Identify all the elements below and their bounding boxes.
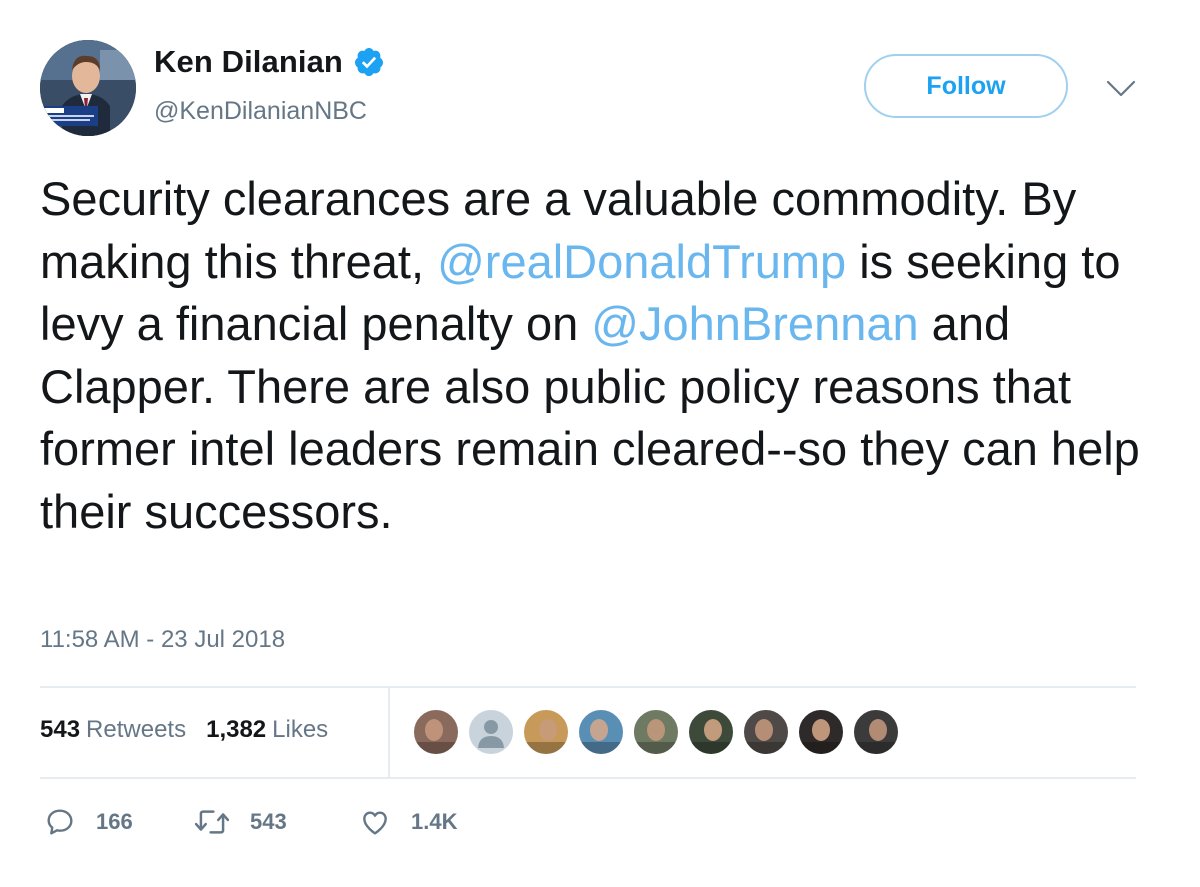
liker-avatar[interactable] [687,708,735,756]
person-icon [689,719,733,754]
chevron-down-icon[interactable] [1104,76,1138,102]
tweet-actions: 166 543 1.4K [44,806,457,838]
person-icon [634,719,678,754]
person-icon [524,719,568,754]
liker-avatar[interactable] [577,708,625,756]
liker-avatar[interactable] [797,708,845,756]
profile-photo-icon [40,40,136,136]
person-icon [799,719,843,754]
mention-link[interactable]: @JohnBrennan [591,297,918,350]
tweet-card: Ken Dilanian @KenDilanianNBC Follow Secu… [0,0,1200,887]
author-handle[interactable]: @KenDilanianNBC [154,97,367,126]
liker-avatar[interactable] [742,708,790,756]
retweets-label: Retweets [86,716,187,743]
retweets-count: 543 [40,716,81,743]
stats-divider [388,688,390,777]
heart-icon [363,811,387,835]
person-icon [414,719,458,754]
reply-icon [47,809,73,835]
person-icon [854,719,898,754]
author-avatar[interactable] [40,40,136,136]
person-icon [744,719,788,754]
mention-link[interactable]: @realDonaldTrump [437,235,846,288]
divider-top [40,686,1136,688]
person-icon [478,720,504,748]
author-display-name[interactable]: Ken Dilanian [154,44,343,80]
liker-avatar[interactable] [412,708,460,756]
tweet-timestamp[interactable]: 11:58 AM - 23 Jul 2018 [40,626,285,654]
likes-count: 1,382 [206,716,267,743]
likers-avatars [412,708,900,756]
liker-avatar[interactable] [522,708,570,756]
liker-avatar[interactable] [632,708,680,756]
divider-bottom [40,777,1136,779]
liker-avatar[interactable] [467,708,515,756]
follow-button[interactable]: Follow [864,54,1068,118]
like-count: 1.4K [411,809,458,834]
verified-badge-icon [354,48,383,76]
retweets-stat[interactable]: 543 Retweets [40,716,186,744]
retweet-count: 543 [250,809,287,834]
reply-count: 166 [96,809,133,834]
author-name-row: Ken Dilanian [154,44,385,80]
likes-label: Likes [272,716,329,743]
tweet-text: Security clearances are a valuable commo… [40,168,1150,543]
person-icon [579,719,623,754]
retweet-button[interactable]: 543 [194,806,359,838]
likes-stat[interactable]: 1,382 Likes [206,716,328,744]
liker-avatar[interactable] [852,708,900,756]
like-button[interactable]: 1.4K [359,806,457,838]
retweet-icon [194,810,230,834]
reply-button[interactable]: 166 [44,806,194,838]
engagement-stats: 543 Retweets 1,382 Likes [40,716,328,744]
